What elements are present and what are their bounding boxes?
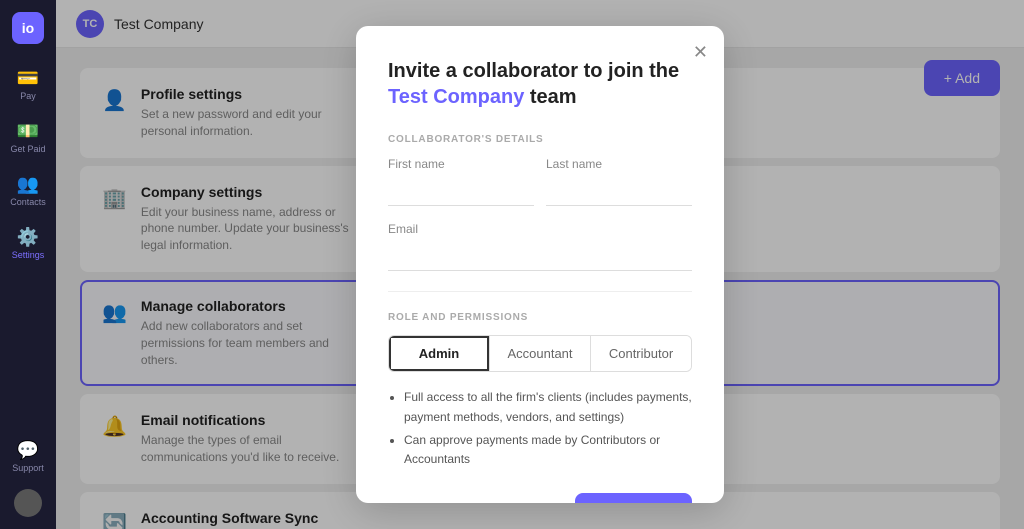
sidebar-item-settings[interactable]: ⚙️ Settings [4, 219, 52, 268]
last-name-group: Last name [546, 157, 692, 206]
sidebar-item-support[interactable]: 💬 Support [4, 432, 52, 481]
modal-title: Invite a collaborator to join the Test C… [388, 58, 692, 110]
role-permissions-header: ROLE AND PERMISSIONS [388, 312, 692, 323]
app-logo: io [12, 12, 44, 44]
modal-footer: Send invite [388, 473, 692, 502]
permissions-list: Full access to all the firm's clients (i… [388, 388, 692, 469]
permission-item-2: Can approve payments made by Contributor… [404, 431, 692, 469]
sidebar-item-pay[interactable]: 💳 Pay [4, 60, 52, 109]
invite-collaborator-modal: ✕ Invite a collaborator to join the Test… [356, 26, 724, 502]
pay-icon: 💳 [17, 68, 39, 89]
sidebar-label-get-paid: Get Paid [10, 144, 45, 154]
sidebar-item-contacts[interactable]: 👥 Contacts [4, 166, 52, 215]
modal-close-button[interactable]: ✕ [693, 42, 708, 63]
first-name-label: First name [388, 157, 534, 171]
settings-icon: ⚙️ [17, 227, 39, 248]
email-label: Email [388, 222, 692, 236]
sidebar-label-contacts: Contacts [10, 197, 46, 207]
modal-company-name: Test Company [388, 86, 524, 108]
sidebar-label-support: Support [12, 463, 44, 473]
sidebar-bottom: 💬 Support [4, 432, 52, 517]
sidebar: io 💳 Pay 💵 Get Paid 👥 Contacts ⚙️ Settin… [0, 0, 56, 529]
modal-title-prefix: Invite a collaborator to join the [388, 60, 679, 82]
support-icon: 💬 [17, 440, 39, 461]
sidebar-item-get-paid[interactable]: 💵 Get Paid [4, 113, 52, 162]
email-group: Email [388, 222, 692, 271]
divider [388, 291, 692, 292]
user-avatar[interactable] [14, 489, 42, 517]
modal-title-suffix: team [524, 86, 576, 108]
main-content: TC Test Company 👤 Profile settings Set a… [56, 0, 1024, 529]
role-contributor-button[interactable]: Contributor [591, 336, 691, 371]
last-name-input[interactable] [546, 177, 692, 206]
role-accountant-button[interactable]: Accountant [490, 336, 591, 371]
name-row: First name Last name [388, 157, 692, 206]
role-selector: Admin Accountant Contributor [388, 335, 692, 372]
last-name-label: Last name [546, 157, 692, 171]
sidebar-label-settings: Settings [12, 250, 45, 260]
first-name-input[interactable] [388, 177, 534, 206]
first-name-group: First name [388, 157, 534, 206]
contacts-icon: 👥 [17, 174, 39, 195]
get-paid-icon: 💵 [17, 121, 39, 142]
send-invite-button[interactable]: Send invite [575, 493, 692, 502]
modal-overlay: ✕ Invite a collaborator to join the Test… [56, 0, 1024, 529]
collaborator-details-header: COLLABORATOR'S DETAILS [388, 134, 692, 145]
email-input[interactable] [388, 242, 692, 271]
permission-item-1: Full access to all the firm's clients (i… [404, 388, 692, 426]
sidebar-label-pay: Pay [20, 91, 36, 101]
role-admin-button[interactable]: Admin [389, 336, 490, 371]
